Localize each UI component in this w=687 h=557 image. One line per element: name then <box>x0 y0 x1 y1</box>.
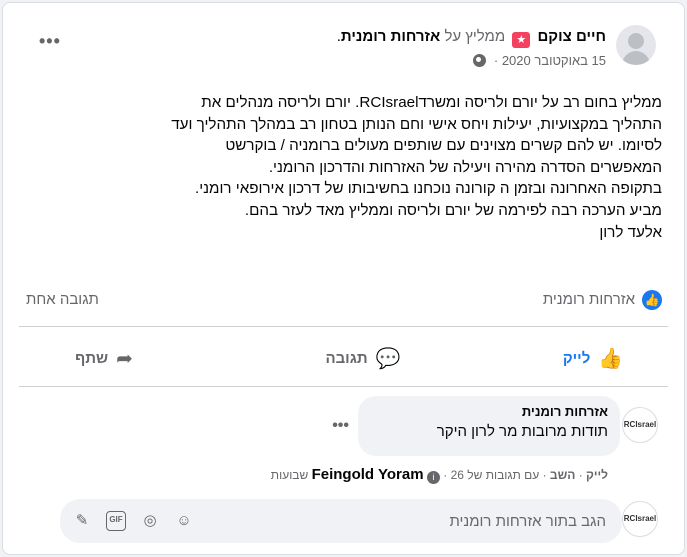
post-header: חיים צוקם ★ ממליץ על אזרחות רומנית. 15 ב… <box>23 25 656 75</box>
post-card: חיים צוקם ★ ממליץ על אזרחות רומנית. 15 ב… <box>2 2 685 555</box>
comment-meta: לייק · השב · עם תגובות של Feingold Yoram… <box>270 466 608 484</box>
reactions-bar: 👍 אזרחות רומנית תגובה אחת <box>23 290 662 311</box>
comment-label: תגובה <box>325 349 368 367</box>
post-text-line: ממליץ בחום רב על יורם ולריסה ומשרדRCIsra… <box>201 94 662 111</box>
post-text-line: בתקופה האחרונה ובזמן ה קורונה נוכחנו בחש… <box>194 180 662 198</box>
post-date[interactable]: 15 באוקטובר 2020 <box>502 53 606 68</box>
comment-reply-button[interactable]: השב <box>550 468 575 482</box>
author-avatar[interactable] <box>616 25 656 65</box>
comment-text: תודות מרובות מר לרון היקר <box>436 423 608 440</box>
page-name-link[interactable]: אזרחות רומנית <box>341 28 440 45</box>
comment-author[interactable]: אזרחות רומנית <box>370 404 608 419</box>
like-label: לייק <box>562 349 591 367</box>
author-line: חיים צוקם ★ ממליץ על אזרחות רומנית. <box>337 28 606 48</box>
author-name[interactable]: חיים צוקם <box>538 28 607 45</box>
post-text-line: המאפשרים הסדרה מהירה ויעילה של האזרחות ו… <box>268 158 662 176</box>
reply-avatar[interactable]: RCIsrael <box>622 501 658 537</box>
share-button[interactable]: ➦ שתף <box>19 333 189 383</box>
sticker-icon[interactable]: ✎ <box>72 511 92 531</box>
recommend-icon: ★ <box>512 32 531 48</box>
comment-icon: 💬 <box>375 347 401 370</box>
recommends-text: ממליץ על <box>444 28 506 45</box>
reactor-name[interactable]: אזרחות רומנית <box>543 291 635 308</box>
share-icon: ➦ <box>116 347 133 370</box>
avatar-head-shape <box>628 33 644 49</box>
reply-icons: ✎ GIF ◎ ☺ <box>72 511 194 531</box>
date-separator: · <box>493 53 499 68</box>
like-icon[interactable]: 👍 <box>642 290 662 310</box>
camera-icon[interactable]: ◎ <box>140 511 160 531</box>
post-body: ממליץ בחום רב על יורם ולריסה ומשרדRCIsra… <box>23 92 662 243</box>
comment-avatar[interactable]: RCIsrael <box>622 407 658 443</box>
post-text-line: התהליך במקצועיות, יעילות ויחס אישי וחם ה… <box>171 115 662 133</box>
comment-button[interactable]: 💬 תגובה <box>288 333 438 383</box>
divider <box>19 326 668 327</box>
share-label: שתף <box>75 349 109 367</box>
like-icon: 👍 <box>598 347 624 370</box>
avatar-logo-text: RCIsrael <box>623 420 657 429</box>
comment-more-icon[interactable]: ••• <box>332 417 349 435</box>
post-meta: 15 באוקטובר 2020 · <box>473 53 606 68</box>
reply-input[interactable] <box>306 499 606 543</box>
comment-bubble: אזרחות רומנית תודות מרובות מר לרון היקר <box>358 396 620 456</box>
avatar-logo-text: RCIsrael <box>623 514 657 523</box>
more-icon[interactable]: ••• <box>39 31 61 52</box>
post-text-line: אלעד לרון <box>599 223 662 241</box>
post-text-line: מביע הערכה רבה לפירמה של יורם ולריסה וממ… <box>244 201 662 219</box>
gif-icon[interactable]: GIF <box>106 511 126 531</box>
reply-box: ✎ GIF ◎ ☺ <box>60 499 622 543</box>
comment-like-button[interactable]: לייק <box>586 468 608 482</box>
info-icon: i <box>426 471 440 484</box>
post-text-line: לסיומו. יש להם קשרים מצוינים עם שותפים מ… <box>225 137 662 155</box>
action-bar: 👍 לייק 💬 תגובה ➦ שתף <box>19 333 668 383</box>
replied-by-name[interactable]: Feingold Yoram <box>312 466 424 483</box>
divider <box>19 386 668 387</box>
replied-by-prefix: עם תגובות של <box>467 468 540 482</box>
emoji-icon[interactable]: ☺ <box>174 511 194 531</box>
comment-count[interactable]: תגובה אחת <box>26 291 99 308</box>
globe-icon <box>473 54 487 67</box>
like-button[interactable]: 👍 לייק <box>518 333 668 383</box>
avatar-body-shape <box>622 51 650 65</box>
